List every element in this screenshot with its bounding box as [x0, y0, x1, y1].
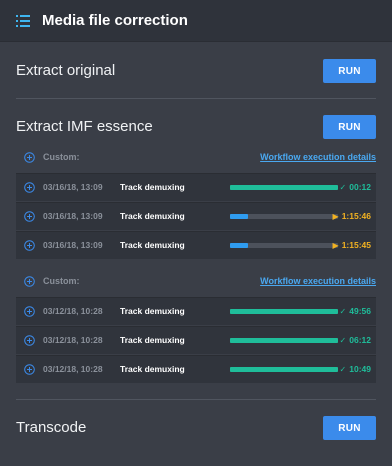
expand-plus-icon[interactable] [24, 276, 35, 287]
task-name: Track demuxing [120, 364, 185, 374]
workflow-group-header: Custom: Workflow execution details [16, 269, 376, 295]
checkmark-icon: ✓ [339, 364, 347, 374]
progress-bar [230, 338, 338, 343]
expand-plus-icon[interactable] [24, 211, 35, 222]
expand-plus-icon[interactable] [24, 364, 35, 375]
task-status: ▶ 1:15:46 [333, 211, 371, 221]
section-extract-imf-essence: Extract IMF essence RUN [0, 115, 392, 139]
custom-label: Custom: [43, 152, 80, 162]
play-icon: ▶ [332, 211, 339, 221]
task-date: 03/12/18, 10:28 [43, 364, 103, 374]
run-extract-imf-button[interactable]: RUN [323, 115, 376, 139]
section-transcode: Transcode RUN [0, 416, 392, 440]
task-status: ✓ 49:56 [340, 306, 371, 316]
app-header: Media file correction [0, 0, 392, 42]
progress-bar [230, 243, 338, 248]
progress-bar [230, 367, 338, 372]
progress-bar [230, 309, 338, 314]
progress-fill [230, 338, 338, 343]
task-status: ▶ 1:15:45 [333, 240, 371, 250]
task-duration: 1:15:46 [341, 211, 371, 221]
divider [16, 399, 376, 400]
progress-fill [230, 367, 338, 372]
custom-label: Custom: [43, 276, 80, 286]
task-row[interactable]: 03/12/18, 10:28 Track demuxing ✓ 49:56 [16, 297, 376, 325]
task-status: ✓ 10:49 [340, 364, 371, 374]
expand-plus-icon[interactable] [24, 182, 35, 193]
progress-bar [230, 214, 338, 219]
section-label: Extract original [16, 62, 116, 79]
section-label: Transcode [16, 419, 87, 436]
task-name: Track demuxing [120, 211, 185, 221]
section-extract-original: Extract original RUN [0, 59, 392, 83]
divider [16, 98, 376, 99]
play-icon: ▶ [332, 240, 339, 250]
task-date: 03/12/18, 10:28 [43, 306, 103, 316]
task-duration: 06:12 [349, 335, 371, 345]
task-duration: 00:12 [349, 182, 371, 192]
page-title: Media file correction [42, 12, 188, 29]
checkmark-icon: ✓ [339, 335, 347, 345]
task-status: ✓ 00:12 [340, 182, 371, 192]
progress-fill [230, 185, 338, 190]
progress-fill [230, 243, 249, 248]
expand-plus-icon[interactable] [24, 335, 35, 346]
checkmark-icon: ✓ [339, 182, 347, 192]
workflow-details-link[interactable]: Workflow execution details [260, 152, 376, 162]
task-row[interactable]: 03/16/18, 13:09 Track demuxing ✓ 00:12 [16, 173, 376, 201]
workflow-group-header: Custom: Workflow execution details [16, 145, 376, 171]
checkmark-icon: ✓ [339, 306, 347, 316]
task-duration: 49:56 [349, 306, 371, 316]
task-row[interactable]: 03/16/18, 13:09 Track demuxing ▶ 1:15:46 [16, 202, 376, 230]
task-name: Track demuxing [120, 335, 185, 345]
expand-plus-icon[interactable] [24, 306, 35, 317]
section-label: Extract IMF essence [16, 118, 153, 135]
task-row[interactable]: 03/12/18, 10:28 Track demuxing ✓ 06:12 [16, 326, 376, 354]
task-duration: 10:49 [349, 364, 371, 374]
task-row[interactable]: 03/16/18, 13:09 Track demuxing ▶ 1:15:45 [16, 231, 376, 259]
task-date: 03/12/18, 10:28 [43, 335, 103, 345]
progress-fill [230, 309, 338, 314]
task-date: 03/16/18, 13:09 [43, 240, 103, 250]
expand-plus-icon[interactable] [24, 240, 35, 251]
workflow-details-link[interactable]: Workflow execution details [260, 276, 376, 286]
run-extract-original-button[interactable]: RUN [323, 59, 376, 83]
task-name: Track demuxing [120, 240, 185, 250]
task-name: Track demuxing [120, 182, 185, 192]
task-date: 03/16/18, 13:09 [43, 211, 103, 221]
list-icon[interactable] [16, 15, 30, 27]
task-date: 03/16/18, 13:09 [43, 182, 103, 192]
run-transcode-button[interactable]: RUN [323, 416, 376, 440]
task-name: Track demuxing [120, 306, 185, 316]
progress-bar [230, 185, 338, 190]
progress-fill [230, 214, 249, 219]
task-duration: 1:15:45 [341, 240, 371, 250]
task-row[interactable]: 03/12/18, 10:28 Track demuxing ✓ 10:49 [16, 355, 376, 383]
expand-plus-icon[interactable] [24, 152, 35, 163]
task-status: ✓ 06:12 [340, 335, 371, 345]
